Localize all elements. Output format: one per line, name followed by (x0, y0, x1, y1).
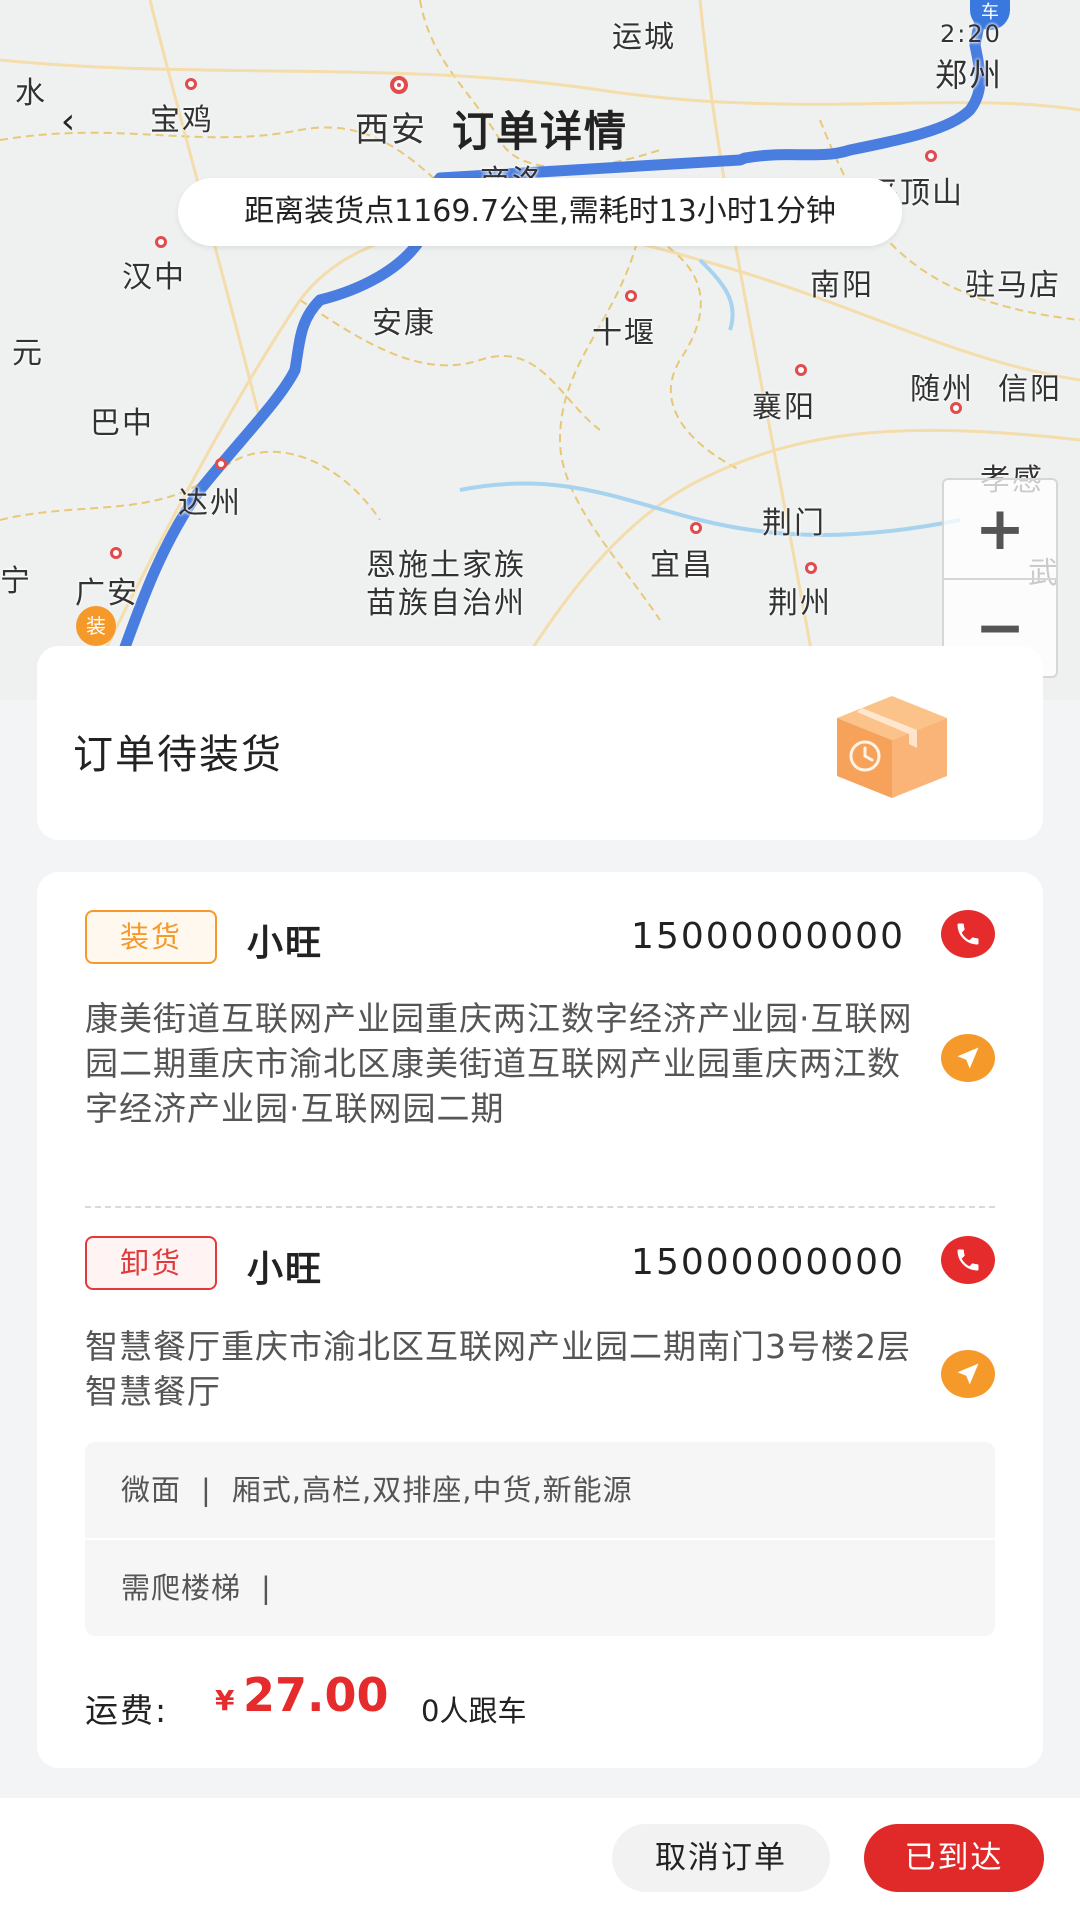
city-dot (185, 78, 197, 90)
followers-count: 0人跟车 (421, 1694, 527, 1728)
city-dot (155, 236, 167, 248)
vehicle-type: 微面 (121, 1473, 182, 1507)
box-clock-icon (837, 696, 947, 798)
unloading-navigate-button[interactable] (941, 1350, 995, 1398)
unloading-address: 智慧餐厅重庆市渝北区互联网产业园二期南门3号楼2层智慧餐厅 (85, 1327, 911, 1411)
unloading-tag: 卸货 (85, 1236, 217, 1290)
city-label: 随州 (910, 372, 974, 407)
city-label: 安康 (372, 306, 436, 341)
city-label: 驻马店 (965, 268, 1061, 303)
order-detail-card: 装货 小旺 15000000000 康美街道互联网产业园重庆两江数字经济产业园·… (37, 872, 1043, 1768)
city-dot (625, 290, 637, 302)
distance-banner: 距离装货点1169.7公里,需耗时13小时1分钟 (178, 178, 902, 246)
extra-requirement: 需爬楼梯 (121, 1571, 242, 1605)
truck-time-label: 2:20 (940, 20, 1002, 48)
unloading-call-button[interactable] (941, 1236, 995, 1284)
city-label: 荆门 (762, 506, 826, 541)
loading-contact-name: 小旺 (247, 923, 324, 964)
city-label: 南阳 (810, 268, 874, 303)
city-label: 襄阳 (752, 390, 816, 425)
city-dot (690, 522, 702, 534)
cancel-order-button[interactable]: 取消订单 (612, 1824, 830, 1892)
city-dot (805, 562, 817, 574)
loading-stop: 装货 小旺 15000000000 康美街道互联网产业园重庆两江数字经济产业园·… (85, 910, 995, 1200)
loading-navigate-button[interactable] (941, 1034, 995, 1082)
load-point-pin: 装 (76, 606, 116, 646)
unloading-phone-number: 15000000000 (631, 1242, 905, 1283)
navigate-arrow-icon (957, 1363, 979, 1385)
city-dot (110, 547, 122, 559)
phone-icon (957, 923, 979, 945)
fare-currency: ¥ (215, 1684, 235, 1717)
vehicle-features: 厢式,高栏,双排座,中货,新能源 (231, 1473, 633, 1507)
fare-amount: 27.00 (243, 1668, 389, 1722)
order-status-text: 订单待装货 (73, 732, 283, 778)
unloading-contact-name: 小旺 (247, 1249, 324, 1290)
loading-call-button[interactable] (941, 910, 995, 958)
stop-divider (85, 1206, 995, 1208)
city-label: 十堰 (592, 316, 656, 351)
city-label: 汉中 (122, 260, 186, 295)
city-label: 荆州 (768, 586, 832, 621)
city-label: 达州 (178, 486, 242, 521)
route-map[interactable]: 运城 郑州 水 宝鸡 西安 商洛 平顶山 汉中 南阳 驻马店 安康 十堰 元 襄… (0, 0, 1080, 700)
zoom-in-button[interactable]: + (944, 480, 1056, 578)
capital-dot (390, 76, 408, 94)
city-label: 广安 (75, 576, 139, 611)
city-label: 郑州 (935, 56, 1004, 94)
order-status-card: 订单待装货 (37, 646, 1043, 840)
city-label: 信阳 (998, 372, 1062, 407)
loading-phone-number: 15000000000 (631, 916, 905, 957)
separator: | (261, 1571, 272, 1605)
separator: | (201, 1473, 212, 1507)
arrived-button[interactable]: 已到达 (864, 1824, 1044, 1892)
city-label: 宁 (0, 564, 32, 599)
bottom-action-bar: 取消订单 已到达 (0, 1798, 1080, 1920)
city-label: 宜昌 (650, 548, 714, 583)
extra-requirements: 需爬楼梯 | (85, 1540, 995, 1636)
city-label: 苗族自治州 (366, 586, 526, 621)
fare-label: 运费: (85, 1691, 169, 1730)
city-dot (215, 458, 227, 470)
unloading-stop: 卸货 小旺 15000000000 智慧餐厅重庆市渝北区互联网产业园二期南门3号… (85, 1236, 995, 1426)
phone-icon (957, 1249, 979, 1271)
city-label: 巴中 (90, 406, 154, 441)
city-label: 元 (12, 336, 44, 371)
vehicle-requirements: 微面 | 厢式,高栏,双排座,中货,新能源 (85, 1442, 995, 1538)
loading-address: 康美街道互联网产业园重庆两江数字经济产业园·互联网园二期重庆市渝北区康美街道互联… (85, 999, 913, 1128)
city-label: 运城 (612, 20, 676, 55)
loading-tag: 装货 (85, 910, 217, 964)
navigate-arrow-icon (957, 1047, 979, 1069)
city-dot (795, 364, 807, 376)
page-title: 订单详情 (451, 107, 628, 156)
